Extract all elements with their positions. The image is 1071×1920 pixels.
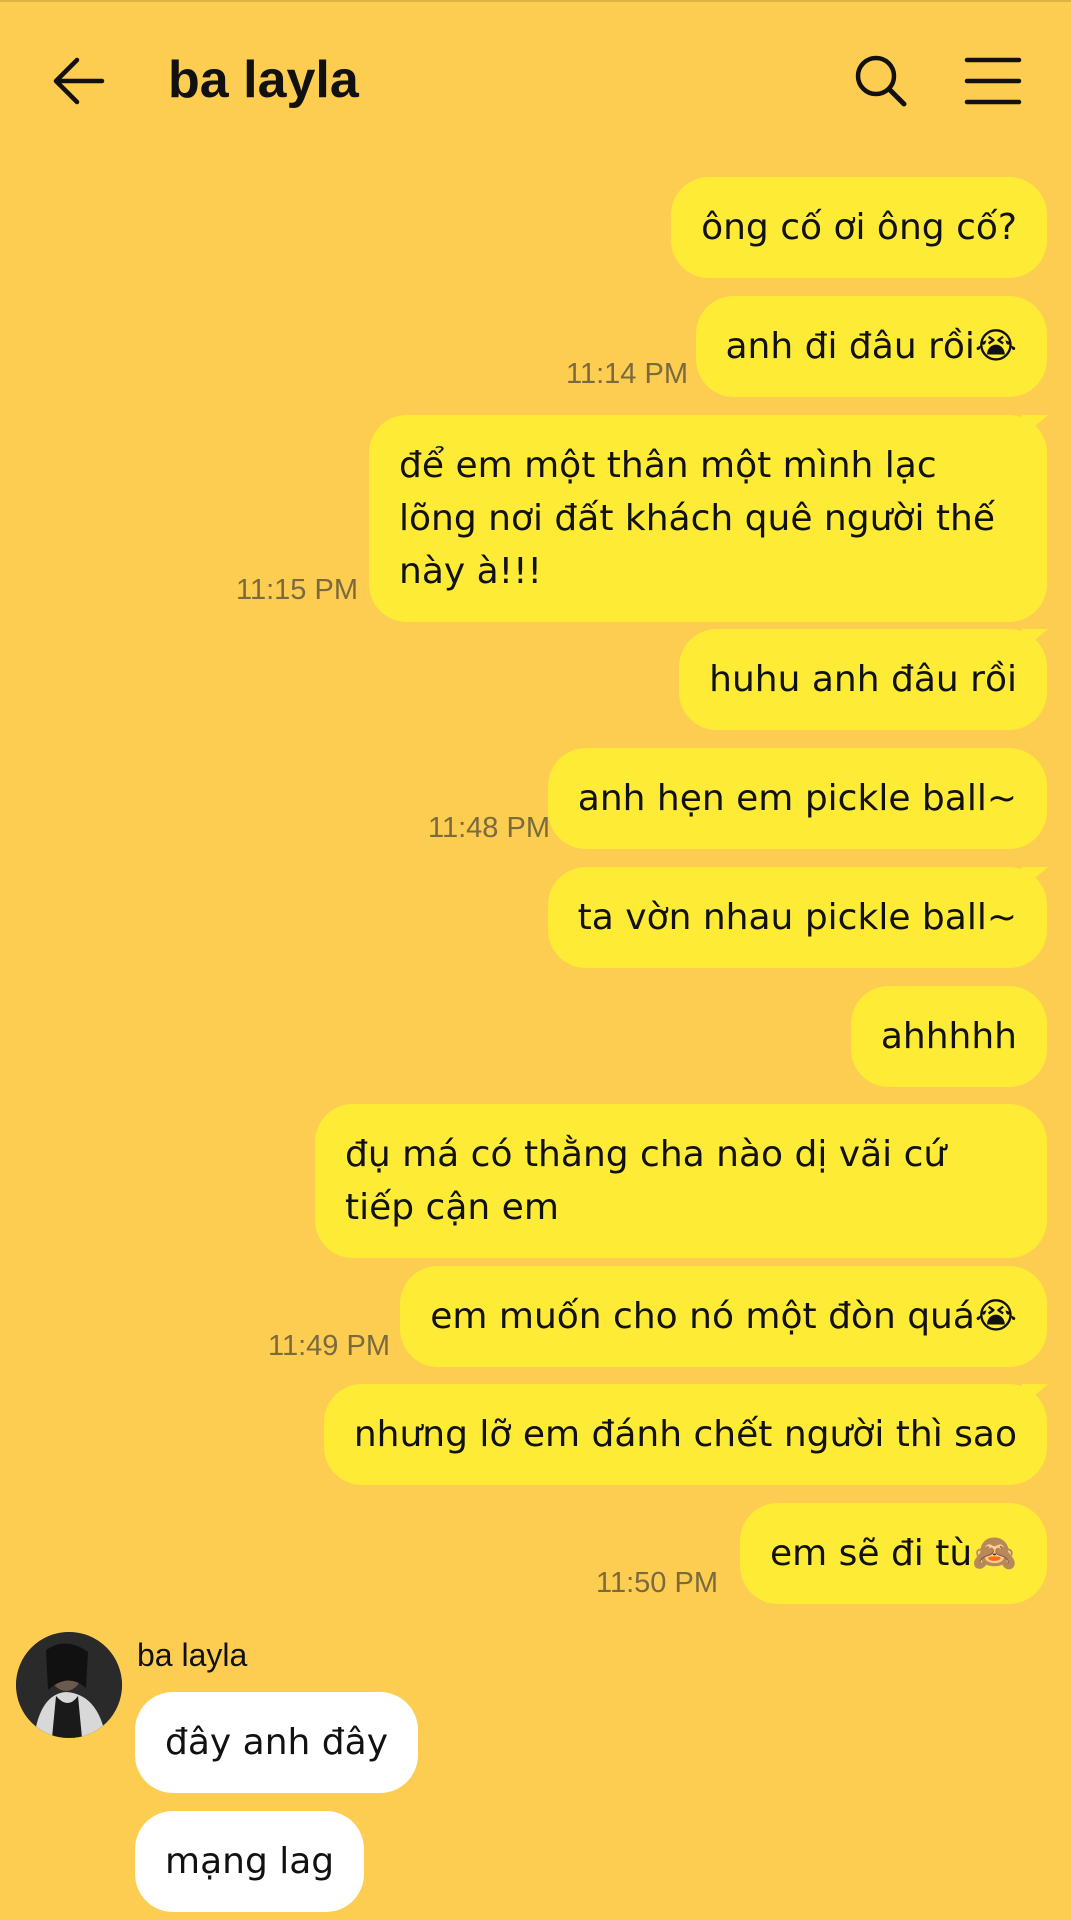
timestamp: 11:48 PM [428, 812, 550, 844]
menu-button[interactable] [964, 56, 1022, 106]
chat-title: ba layla [168, 51, 359, 109]
message-bubble-outgoing[interactable]: ahhhhh [850, 986, 1047, 1087]
chat-header: ba layla [0, 0, 1071, 165]
sender-name: ba layla [137, 1637, 248, 1673]
search-icon [855, 55, 907, 107]
message-bubble-outgoing[interactable]: anh hẹn em pickle ball~ [547, 748, 1047, 849]
timestamp: 11:14 PM [566, 358, 688, 390]
timestamp: 11:15 PM [236, 574, 358, 606]
hamburger-menu-icon [964, 57, 1022, 105]
contact-avatar[interactable] [16, 1632, 122, 1738]
search-button[interactable] [852, 52, 910, 110]
message-bubble-outgoing[interactable]: để em một thân một mình lạc lõng nơi đất… [369, 415, 1047, 622]
message-bubble-outgoing[interactable]: đụ má có thằng cha nào dị vãi cứ tiếp cậ… [315, 1104, 1047, 1258]
message-bubble-incoming[interactable]: mạng lag [135, 1811, 365, 1912]
message-bubble-outgoing[interactable]: huhu anh đâu rồi [679, 629, 1047, 730]
arrow-left-icon [53, 57, 105, 105]
message-bubble-outgoing[interactable]: em muốn cho nó một đòn quá😭 [400, 1266, 1047, 1367]
message-bubble-outgoing[interactable]: ông cố ơi ông cố? [671, 177, 1047, 278]
message-bubble-outgoing[interactable]: em sẽ đi tù🙈 [739, 1503, 1047, 1604]
message-bubble-incoming[interactable]: đây anh đây [135, 1692, 419, 1793]
message-bubble-outgoing[interactable]: anh đi đâu rồi😭 [695, 296, 1047, 397]
back-button[interactable] [50, 52, 108, 110]
timestamp: 11:50 PM [596, 1567, 718, 1599]
timestamp: 11:49 PM [268, 1330, 390, 1362]
avatar-photo-icon [16, 1632, 122, 1738]
message-bubble-outgoing[interactable]: nhưng lỡ em đánh chết người thì sao [323, 1384, 1047, 1485]
message-bubble-outgoing[interactable]: ta vờn nhau pickle ball~ [547, 867, 1047, 968]
